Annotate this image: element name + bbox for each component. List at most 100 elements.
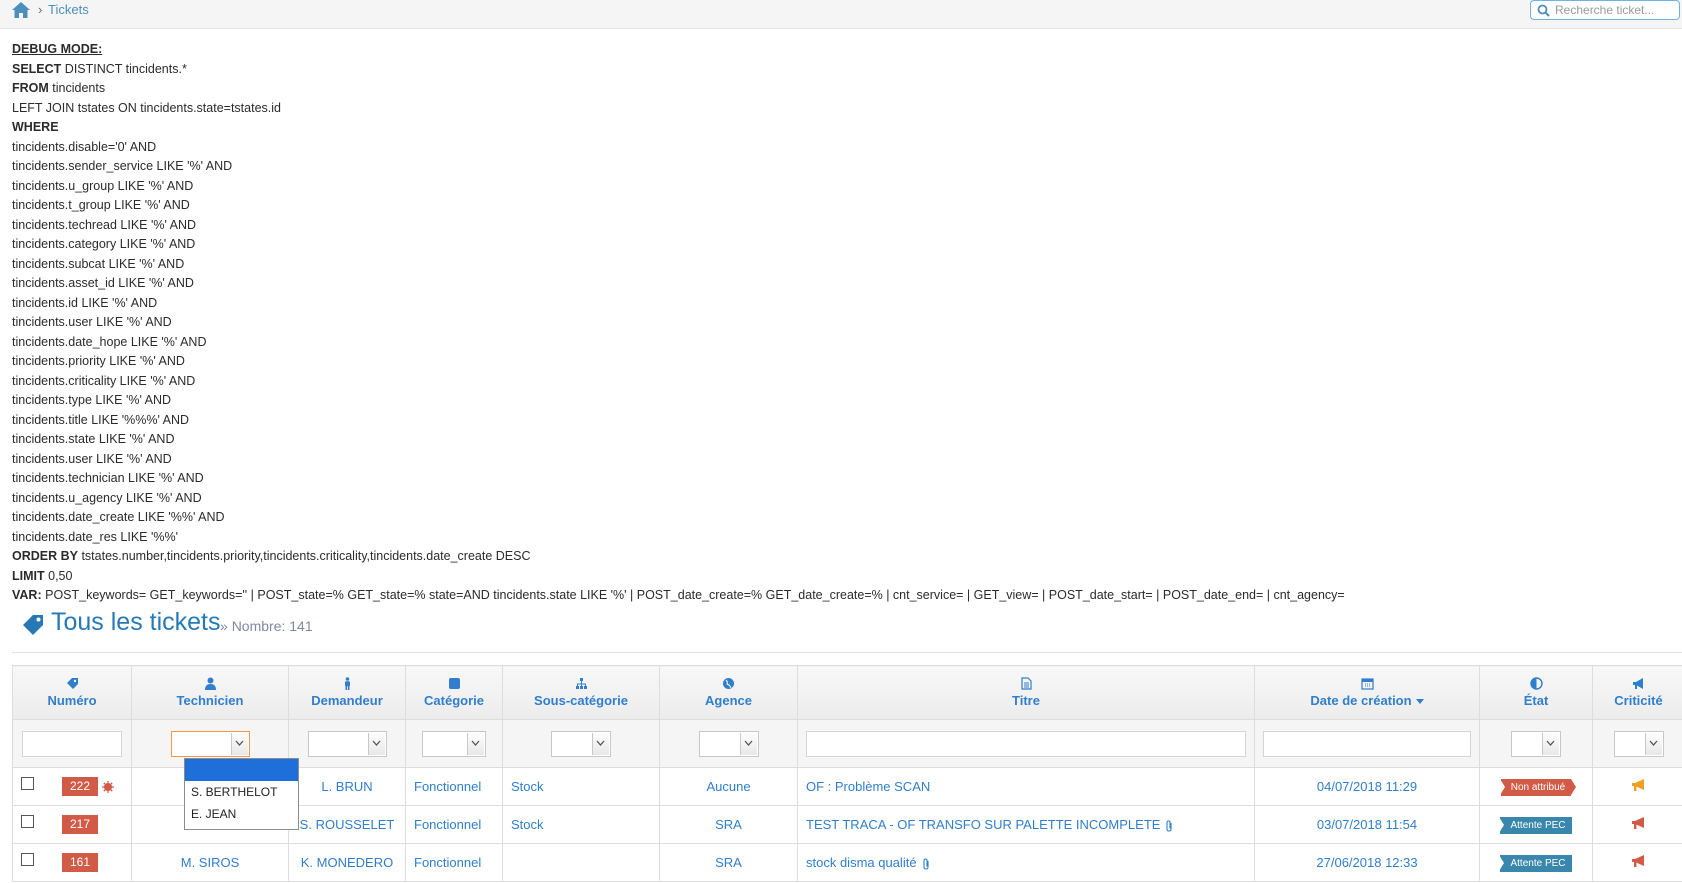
dropdown-option[interactable]: S. BERTHELOT [185,781,298,803]
agence-cell[interactable]: SRA [659,805,798,844]
debug-line: tincidents.id LIKE '%' AND [12,295,158,310]
sort-desc-icon [1415,699,1424,705]
home-icon[interactable] [11,1,31,19]
debug-line: WHERE [12,120,59,134]
debug-line: tincidents.date_create LIKE '%%' AND [12,510,225,524]
globe-icon [723,678,734,689]
column-header[interactable]: État [1479,665,1593,720]
chevron-down-icon [1542,732,1559,755]
tags-icon [23,615,43,635]
debug-line: tincidents.u_group LIKE '%' AND [12,178,194,193]
breadcrumb-bar: › Tickets [0,0,1682,29]
column-header[interactable]: Date de création [1254,665,1480,720]
tag-icon [66,678,78,689]
filter-agence-select[interactable] [698,730,759,757]
debug-line: LEFT JOIN tstates ON tincidents.state=ts… [12,100,281,115]
agence-cell[interactable]: Aucune [659,767,798,806]
etat-cell: Non attribué [1479,767,1593,806]
status-badge: Attente PEC [1499,816,1572,834]
ticket-number[interactable]: 222 [62,777,98,796]
titre-cell[interactable]: TEST TRACA - OF TRANSFO SUR PALETTE INCO… [797,805,1255,844]
row-checkbox[interactable] [21,777,34,790]
debug-line: tincidents.asset_id LIKE '%' AND [12,276,194,290]
demandeur-cell[interactable]: L. BRUN [288,767,406,806]
column-header[interactable]: Sous-catégorie [502,665,660,720]
bullhorn-icon [1631,817,1644,829]
filter-souscat-select[interactable] [551,730,611,757]
chevron-down-icon [230,732,248,755]
categorie-cell[interactable]: Fonctionnel [405,805,503,844]
technicien-cell[interactable]: M. SIROS [131,843,289,882]
date-creation-cell[interactable]: 04/07/2018 11:29 [1254,767,1480,806]
titre-cell[interactable]: stock disma qualité [797,843,1255,882]
debug-panel: DEBUG MODE: SELECT DISTINCT tincidents.*… [12,40,1652,606]
date-creation-cell[interactable]: 03/07/2018 11:54 [1254,805,1480,844]
column-header[interactable]: Catégorie [405,665,503,720]
debug-line: LIMIT 0,50 [12,568,73,583]
filter-criticite-select[interactable] [1613,730,1664,757]
debug-line: tincidents.type LIKE '%' AND [12,393,172,407]
filter-titre-input[interactable] [806,730,1246,757]
divider [12,652,1682,653]
search-input[interactable] [1555,1,1677,19]
date-creation-cell[interactable]: 27/06/2018 12:33 [1254,843,1480,882]
filter-demandeur-cell [288,719,406,768]
ticket-title[interactable]: OF : Problème SCAN [806,779,930,794]
debug-line: tincidents.criticality LIKE '%' AND [12,373,196,388]
dropdown-option[interactable] [185,759,298,781]
debug-lines: SELECT DISTINCT tincidents.* FROM tincide… [12,60,1652,606]
souscategorie-cell[interactable]: Stock [502,805,660,844]
technicien-dropdown[interactable]: S. BERTHELOT E. JEAN [184,758,299,830]
filter-criticite-cell [1592,719,1682,768]
debug-line: tincidents.user LIKE '%' AND [12,315,172,329]
paperclip-icon [923,858,929,870]
agence-cell[interactable]: SRA [659,843,798,882]
ticket-count: » Nombre: 141 [220,618,313,634]
chevron-down-icon [1644,732,1662,755]
bullhorn-icon [1631,779,1644,791]
column-header[interactable]: Technicien [131,665,289,720]
status-badge: Attente PEC [1499,854,1572,872]
filter-numero-input[interactable] [22,730,122,757]
column-header[interactable]: Numéro [12,665,132,720]
filter-demandeur-select[interactable] [307,730,387,757]
filter-etat-select[interactable] [1511,730,1561,757]
ticket-number[interactable]: 217 [62,815,98,834]
column-header-label: Titre [1012,693,1040,708]
demandeur-cell[interactable]: S. ROUSSELET [288,805,406,844]
debug-line: tincidents.technician LIKE '%' AND [12,471,204,485]
ticket-title[interactable]: stock disma qualité [806,855,917,870]
column-header-label: Sous-catégorie [534,693,628,708]
criticite-cell [1592,805,1682,844]
column-header[interactable]: Titre [797,665,1255,720]
ticket-title[interactable]: TEST TRACA - OF TRANSFO SUR PALETTE INCO… [806,817,1160,832]
criticite-cell [1592,767,1682,806]
categorie-cell[interactable]: Fonctionnel [405,843,503,882]
column-header[interactable]: Demandeur [288,665,406,720]
filter-categorie-select[interactable] [422,730,486,757]
debug-line: tincidents.sender_service LIKE '%' AND [12,159,233,173]
row-checkbox[interactable] [21,815,34,828]
demandeur-cell[interactable]: K. MONEDERO [288,843,406,882]
bullhorn-icon [1631,855,1644,867]
calendar-icon [1360,678,1374,690]
debug-line: tincidents.user LIKE '%' AND [12,451,172,466]
breadcrumb-tickets[interactable]: Tickets [48,2,89,17]
titre-cell[interactable]: OF : Problème SCAN [797,767,1255,806]
categorie-cell[interactable]: Fonctionnel [405,767,503,806]
dropdown-option[interactable]: E. JEAN [185,803,298,825]
column-header[interactable]: Agence [659,665,798,720]
filter-agence-cell [659,719,798,768]
souscategorie-cell[interactable]: Stock [502,767,660,806]
filter-numero-cell [12,719,132,768]
row-checkbox[interactable] [21,853,34,866]
table-row[interactable]: 161 M. SIROS K. MONEDERO Fonctionnel SRA stoc… [12,843,1682,882]
search-box[interactable] [1530,0,1680,20]
filter-date-input[interactable] [1263,730,1471,757]
ticket-number[interactable]: 161 [62,853,98,872]
etat-cell: Attente PEC [1479,843,1593,882]
header-row: Numéro Technicien Demandeur Catégorie Sous-c… [12,665,1682,720]
filter-technicien-select[interactable] [170,730,250,757]
column-header[interactable]: Criticité [1592,665,1682,720]
souscategorie-cell[interactable] [502,843,660,882]
